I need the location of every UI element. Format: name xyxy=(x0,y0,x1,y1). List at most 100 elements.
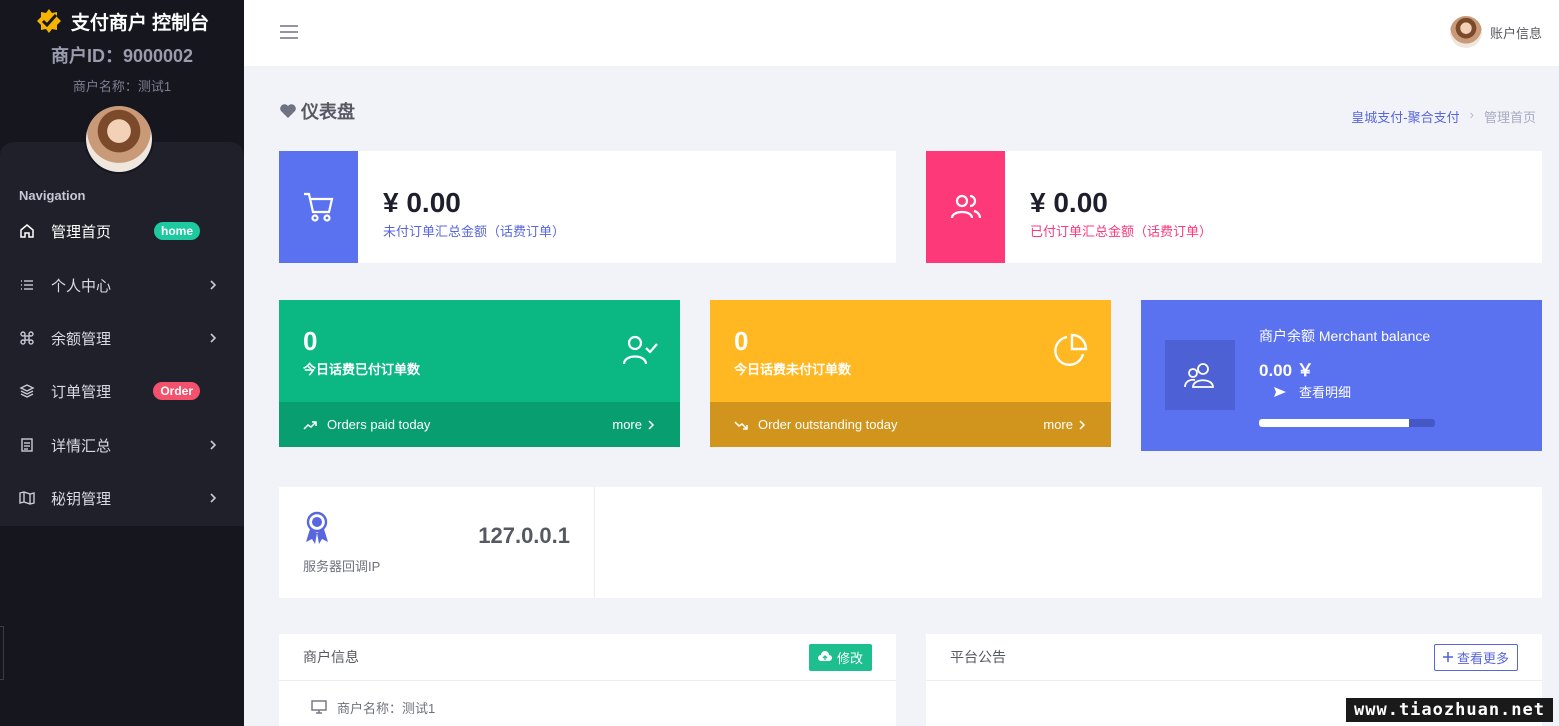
view-more-button[interactable]: 查看更多 xyxy=(1433,643,1518,671)
paid-total-card: ¥ 0.00 已付订单汇总金额（话费订单） xyxy=(926,151,1542,263)
avatar xyxy=(86,106,152,172)
unpaid-icon-box xyxy=(279,151,358,263)
sidebar-item-summary[interactable]: 详情汇总 xyxy=(0,425,244,465)
sidebar-item-label: 秘钥管理 xyxy=(51,490,112,508)
merchant-name: 商户名称：测试1 xyxy=(72,79,172,94)
breadcrumb: 皇城支付-聚合支付 › 管理首页 xyxy=(1351,107,1536,126)
trending-up-icon xyxy=(303,420,317,430)
server-ip-value: 127.0.0.1 xyxy=(478,523,570,548)
chevron-right-icon xyxy=(210,440,217,450)
merchant-info-name: 商户名称：测试1 xyxy=(337,700,436,716)
map-icon xyxy=(19,490,35,506)
paid-amount: ¥ 0.00 xyxy=(1030,187,1108,218)
chevron-right-icon xyxy=(1079,419,1086,430)
user-avatar xyxy=(1449,16,1482,48)
sidebar-item-balance[interactable]: 余额管理 xyxy=(0,318,244,358)
document-icon xyxy=(19,437,35,453)
more-label: more xyxy=(1043,417,1073,432)
list-icon xyxy=(19,277,35,293)
breadcrumb-current: 管理首页 xyxy=(1483,110,1536,125)
sidebar-avatar[interactable] xyxy=(84,104,154,174)
top-header: 账户信息 xyxy=(244,0,1559,66)
sidebar-item-orders[interactable]: 订单管理 Order xyxy=(0,371,244,411)
sidebar-item-label: 余额管理 xyxy=(51,330,112,348)
cart-icon xyxy=(303,192,333,222)
balance-amount: 0.00 ￥ xyxy=(1259,361,1314,380)
today-paid-count: 0 xyxy=(303,326,318,356)
panel-header: 商户信息 修改 xyxy=(279,634,896,681)
pie-chart-icon xyxy=(1054,333,1088,366)
server-ip-label: 服务器回调IP xyxy=(303,559,381,574)
unpaid-desc: 未付订单汇总金额（话费订单） xyxy=(383,224,566,239)
server-ip-section: 127.0.0.1 服务器回调IP xyxy=(279,487,595,598)
today-paid-label: 今日话费已付订单数 xyxy=(303,362,421,377)
today-unpaid-count: 0 xyxy=(734,326,749,356)
more-label: more xyxy=(612,417,642,432)
users-icon xyxy=(1184,363,1214,388)
sidebar-item-profile[interactable]: 个人中心 xyxy=(0,265,244,305)
cloud-upload-icon xyxy=(817,651,832,661)
paid-icon-box xyxy=(926,151,1005,263)
unpaid-total-card: ¥ 0.00 未付订单汇总金额（话费订单） xyxy=(279,151,896,263)
today-paid-footer-text: Orders paid today xyxy=(327,417,431,432)
home-badge: home xyxy=(153,222,200,240)
user-check-icon xyxy=(622,335,658,365)
heart-icon xyxy=(280,104,296,118)
hamburger-menu-icon[interactable] xyxy=(280,24,298,40)
today-unpaid-footer: Order outstanding today more xyxy=(710,402,1111,447)
award-icon xyxy=(306,511,328,544)
page-title: 仪表盘 xyxy=(279,98,355,124)
balance-title: 商户余额 Merchant balance xyxy=(1259,328,1431,344)
page-title-text: 仪表盘 xyxy=(301,102,355,122)
users-icon xyxy=(950,194,981,219)
merchant-info-row: 商户名称：测试1 xyxy=(279,687,896,726)
chevron-right-icon xyxy=(210,280,217,290)
merchant-info-panel: 商户信息 修改 商户名称：测试1 xyxy=(279,634,896,726)
chevron-right-icon xyxy=(210,333,217,343)
brand-title: 支付商户 控制台 xyxy=(70,12,210,34)
sidebar-item-label: 订单管理 xyxy=(51,383,112,401)
monitor-icon xyxy=(311,700,327,714)
unpaid-amount: ¥ 0.00 xyxy=(383,187,461,218)
breadcrumb-home-link[interactable]: 皇城支付-聚合支付 xyxy=(1351,107,1459,126)
today-unpaid-more-link[interactable]: more xyxy=(1043,417,1087,432)
panel-title: 平台公告 xyxy=(950,649,1006,665)
trending-down-icon xyxy=(734,420,748,430)
server-ip-card: 127.0.0.1 服务器回调IP xyxy=(279,487,1542,598)
balance-progress-bar xyxy=(1259,419,1435,427)
sidebar-item-keys[interactable]: 秘钥管理 xyxy=(0,478,244,518)
sidebar-item-dashboard[interactable]: 管理首页 home xyxy=(0,211,244,251)
chevron-right-icon xyxy=(648,419,655,430)
merchant-id: 商户ID：9000002 xyxy=(50,46,194,66)
order-badge: Order xyxy=(153,382,200,400)
watermark: www.tiaozhuan.net xyxy=(1346,698,1553,722)
brand-logo-icon xyxy=(36,9,61,33)
view-more-label: 查看更多 xyxy=(1456,650,1509,666)
send-icon xyxy=(1274,386,1286,397)
today-paid-card: 0 今日话费已付订单数 Orders paid today more xyxy=(279,300,680,447)
account-menu[interactable]: 账户信息 xyxy=(1449,16,1542,48)
plus-icon xyxy=(1442,652,1453,662)
panel-header: 平台公告 查看更多 xyxy=(926,634,1542,681)
chevron-right-icon xyxy=(210,493,217,503)
today-unpaid-footer-text: Order outstanding today xyxy=(758,417,898,432)
panel-title: 商户信息 xyxy=(303,649,359,665)
edit-label: 修改 xyxy=(836,650,863,666)
today-paid-more-link[interactable]: more xyxy=(612,417,656,432)
edit-button[interactable]: 修改 xyxy=(808,643,872,671)
nav-section-title: Navigation xyxy=(19,188,86,203)
brand[interactable]: 支付商户 控制台 xyxy=(0,0,244,40)
command-icon xyxy=(19,330,35,346)
home-icon xyxy=(19,223,35,239)
merchant-balance-card: 商户余额 Merchant balance 0.00 ￥ 查看明细 xyxy=(1141,300,1542,451)
today-unpaid-label: 今日话费未付订单数 xyxy=(734,362,852,377)
sidebar-item-label: 管理首页 xyxy=(51,223,112,241)
account-label: 账户信息 xyxy=(1489,25,1542,41)
sidebar-resize-handle[interactable] xyxy=(0,626,4,680)
breadcrumb-separator: › xyxy=(1469,107,1474,122)
sidebar-item-label: 详情汇总 xyxy=(51,437,112,455)
sidebar-item-label: 个人中心 xyxy=(51,277,112,295)
today-paid-footer: Orders paid today more xyxy=(279,402,680,447)
balance-icon-box xyxy=(1165,340,1235,410)
balance-detail-link[interactable]: 查看明细 xyxy=(1273,382,1351,401)
